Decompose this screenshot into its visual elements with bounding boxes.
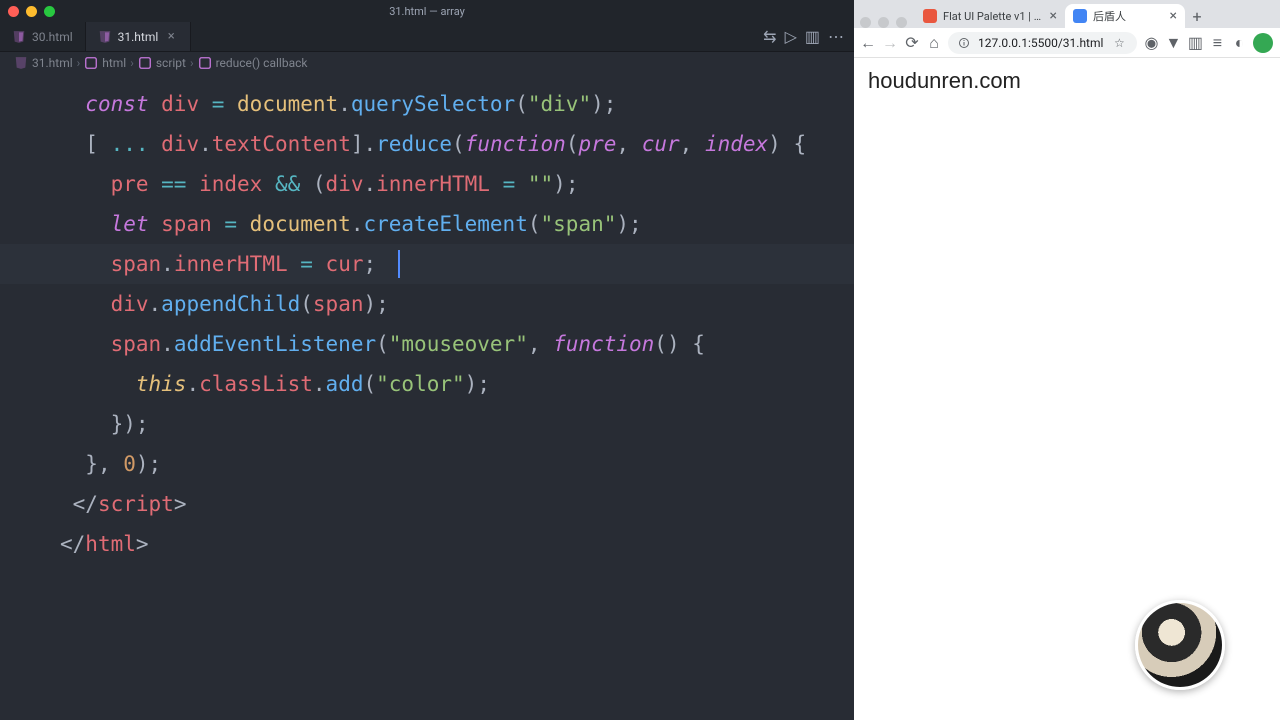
code-line: span.addEventListener("mouseover", funct…: [60, 324, 854, 364]
chevron-right-icon: ›: [130, 56, 134, 70]
vscode-titlebar: 31.html — array: [0, 0, 854, 22]
new-tab-button[interactable]: +: [1185, 4, 1209, 28]
close-icon[interactable]: ×: [1050, 8, 1057, 24]
caret: [398, 250, 400, 278]
breadcrumb: 31.html › html › script › reduce() callb…: [0, 52, 854, 74]
code-editor[interactable]: const div = document.querySelector("div"…: [0, 74, 854, 720]
close-icon[interactable]: ×: [164, 30, 178, 44]
profile-avatar[interactable]: [1253, 33, 1273, 53]
chrome-tab[interactable]: Flat UI Palette v1 | Flat UI C… ×: [915, 4, 1065, 28]
code-line: </script>: [60, 484, 854, 524]
window-title: 31.html — array: [389, 5, 465, 18]
reload-icon[interactable]: ⟳: [904, 35, 920, 51]
code-line: this.classList.add("color");: [60, 364, 854, 404]
window-minimize-button[interactable]: [878, 17, 889, 28]
split-editor-icon[interactable]: ▥: [805, 27, 820, 46]
window-zoom-button[interactable]: [896, 17, 907, 28]
breadcrumb-item[interactable]: html: [84, 56, 126, 70]
chrome-tab-active[interactable]: 后盾人 ×: [1065, 4, 1185, 28]
chevron-right-icon: ›: [190, 56, 194, 70]
close-icon[interactable]: ×: [1170, 8, 1177, 24]
extension-icon[interactable]: ▼: [1165, 35, 1181, 51]
compare-icon[interactable]: ⇆: [763, 27, 776, 46]
window-close-button[interactable]: [860, 17, 871, 28]
window-close-button[interactable]: [8, 6, 19, 17]
editor-tab-label: 30.html: [32, 30, 73, 44]
code-line: pre == index && (div.innerHTML = "");: [60, 164, 854, 204]
chevron-right-icon: ›: [77, 56, 81, 70]
star-icon[interactable]: ☆: [1111, 35, 1127, 51]
code-line: div.appendChild(span);: [60, 284, 854, 324]
chrome-tabstrip: Flat UI Palette v1 | Flat UI C… × 后盾人 × …: [854, 0, 1280, 28]
code-line: let span = document.createElement("span"…: [60, 204, 854, 244]
html-file-icon: [14, 56, 28, 70]
extension-icon[interactable]: ◉: [1143, 35, 1159, 51]
favicon-icon: [1073, 9, 1087, 23]
html-file-icon: [98, 30, 112, 44]
run-icon[interactable]: ▷: [785, 27, 797, 46]
extension-icon[interactable]: ▥: [1187, 35, 1203, 51]
window-minimize-button[interactable]: [26, 6, 37, 17]
address-bar[interactable]: 127.0.0.1:5500/31.html ☆: [948, 32, 1137, 54]
symbol-icon: [84, 56, 98, 70]
extension-icon[interactable]: ≡: [1209, 35, 1225, 51]
page-title: houdunren.com: [868, 68, 1280, 94]
code-line: const div = document.querySelector("div"…: [60, 84, 854, 124]
chrome-tab-label: 后盾人: [1093, 8, 1126, 24]
chrome-toolbar: ← → ⟳ ⌂ 127.0.0.1:5500/31.html ☆ ◉ ▼ ▥ ≡…: [854, 28, 1280, 58]
site-info-icon[interactable]: [958, 37, 970, 49]
code-line: span.innerHTML = cur;: [60, 244, 854, 284]
home-icon[interactable]: ⌂: [926, 35, 942, 51]
favicon-icon: [923, 9, 937, 23]
editor-tab-31[interactable]: 31.html ×: [86, 22, 192, 51]
html-file-icon: [12, 30, 26, 44]
code-line: }, 0);: [60, 444, 854, 484]
extension-icon[interactable]: ◐: [1231, 35, 1247, 51]
webcam-overlay: [1135, 600, 1225, 690]
back-icon[interactable]: ←: [860, 35, 876, 51]
url-text: 127.0.0.1:5500/31.html: [978, 36, 1103, 50]
more-actions-icon[interactable]: ⋯: [828, 27, 844, 46]
code-line: });: [60, 404, 854, 444]
symbol-icon: [138, 56, 152, 70]
forward-icon[interactable]: →: [882, 35, 898, 51]
breadcrumb-item[interactable]: reduce() callback: [198, 56, 308, 70]
chrome-tab-label: Flat UI Palette v1 | Flat UI C…: [943, 10, 1044, 23]
code-line: </html>: [60, 524, 854, 564]
editor-tabs: 30.html 31.html × ⇆ ▷ ▥ ⋯: [0, 22, 854, 52]
chrome-window: Flat UI Palette v1 | Flat UI C… × 后盾人 × …: [854, 0, 1280, 720]
vscode-window: 31.html — array 30.html 31.html × ⇆ ▷ ▥: [0, 0, 854, 720]
editor-tab-label: 31.html: [118, 30, 159, 44]
symbol-icon: [198, 56, 212, 70]
breadcrumb-file[interactable]: 31.html: [14, 56, 73, 70]
window-zoom-button[interactable]: [44, 6, 55, 17]
editor-tab-30[interactable]: 30.html: [0, 22, 86, 51]
code-line: [ ... div.textContent].reduce(function(p…: [60, 124, 854, 164]
breadcrumb-item[interactable]: script: [138, 56, 186, 70]
